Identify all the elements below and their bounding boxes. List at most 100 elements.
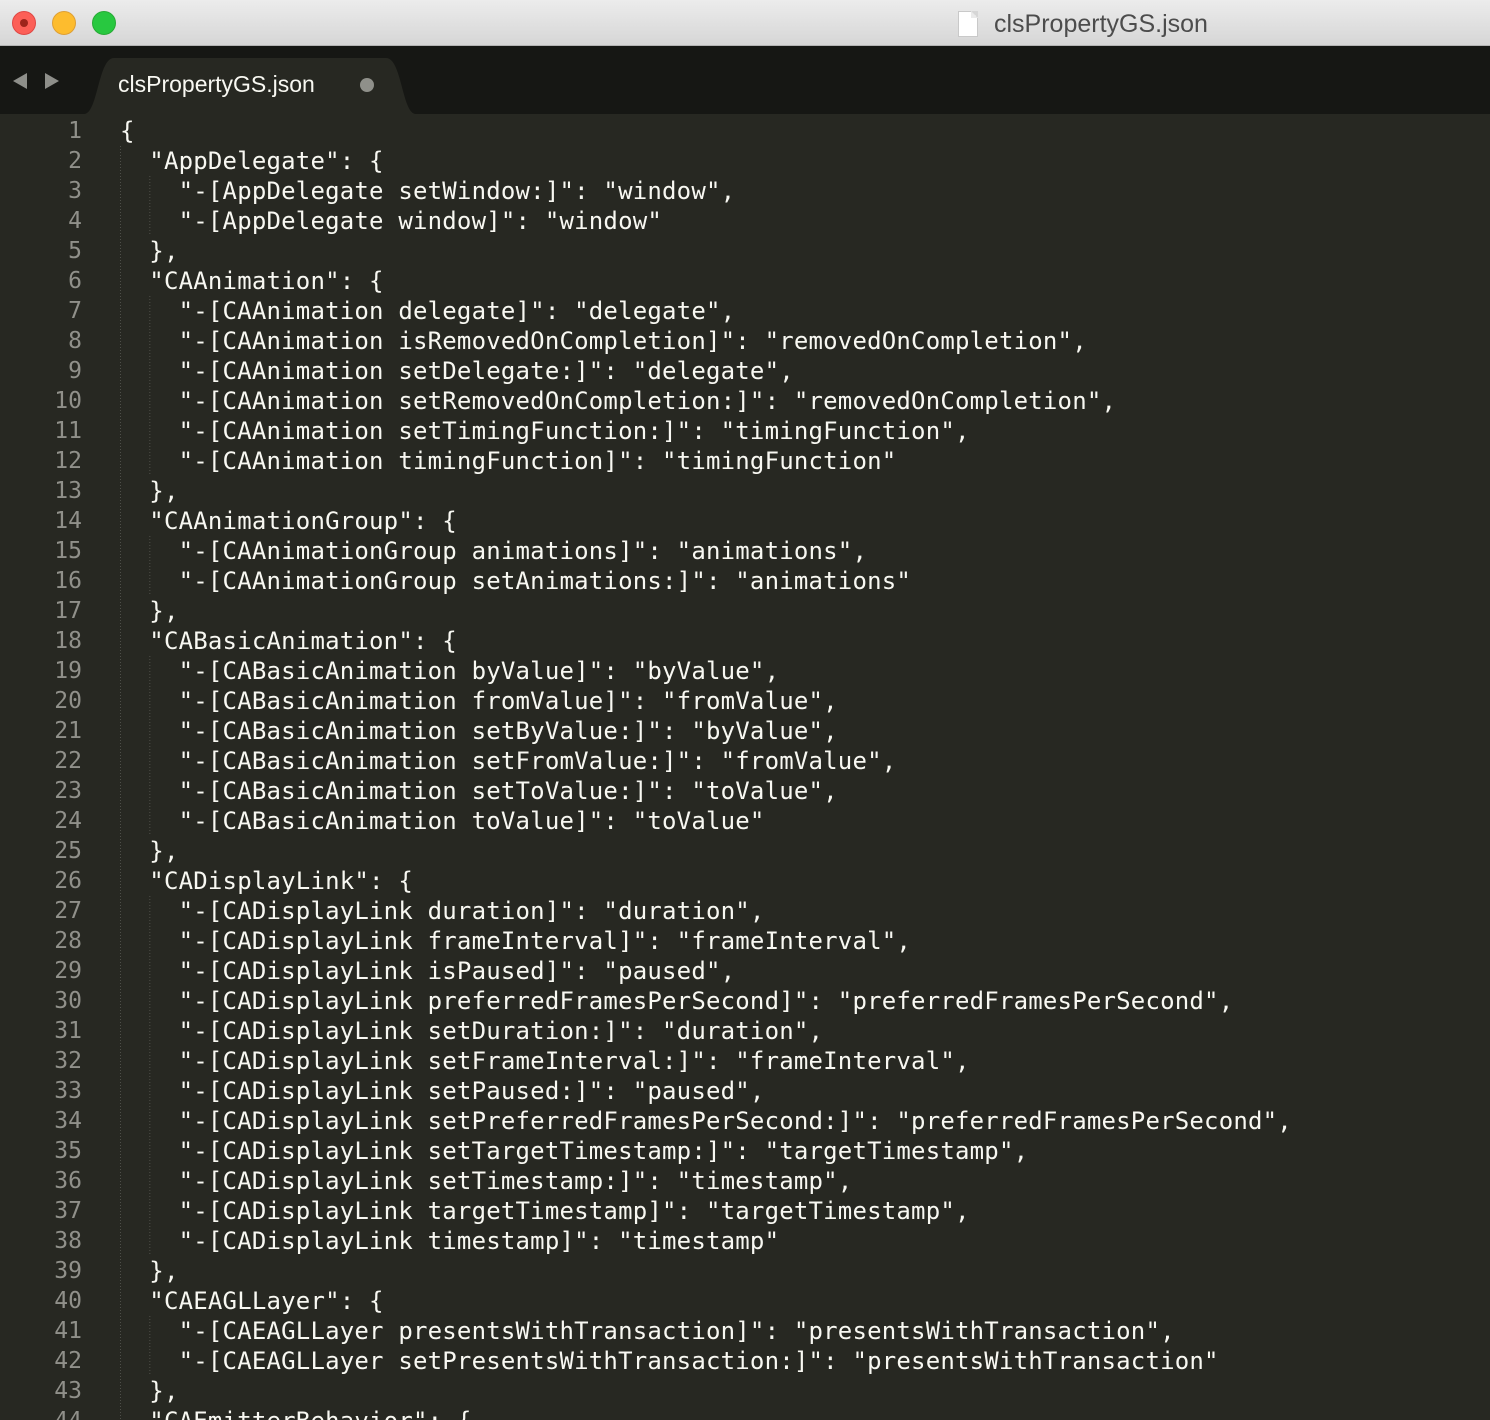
code-line[interactable]: "-[CABasicAnimation setToValue:]": "toVa…: [120, 776, 1480, 806]
line-number: 12: [54, 448, 82, 474]
line-number: 29: [54, 958, 82, 984]
code-line[interactable]: "-[CAAnimation setRemovedOnCompletion:]"…: [120, 386, 1480, 416]
code-line[interactable]: "-[CABasicAnimation byValue]": "byValue"…: [120, 656, 1480, 686]
line-number: 30: [54, 988, 82, 1014]
line-number: 37: [54, 1198, 82, 1224]
line-number: 44: [0, 1406, 82, 1420]
line-number: 17: [54, 598, 82, 624]
code-line[interactable]: "CABasicAnimation": {: [120, 626, 1480, 656]
line-number: 6: [68, 268, 82, 294]
code-line[interactable]: "CAEmitterBehavior": {: [120, 1406, 1480, 1420]
line-number: 22: [54, 748, 82, 774]
line-number-gutter: 1 2 3 4 5 6 7 8 9 10 11 12 13 14 15 16 17 18 19 20 21 22 23 24 2…: [0, 116, 82, 1420]
code-line[interactable]: "-[CADisplayLink setDuration:]": "durati…: [120, 1016, 1480, 1046]
line-number: 18: [54, 628, 82, 654]
document-icon: [958, 11, 978, 37]
code-line[interactable]: "-[AppDelegate setWindow:]": "window",: [120, 176, 1480, 206]
code-line[interactable]: {: [120, 116, 1480, 146]
line-number: 1: [68, 118, 82, 144]
code-line[interactable]: "CAAnimationGroup": {: [120, 506, 1480, 536]
line-number: 27: [54, 898, 82, 924]
code-line[interactable]: "-[CABasicAnimation setFromValue:]": "fr…: [120, 746, 1480, 776]
code-line[interactable]: "-[CAAnimation setTimingFunction:]": "ti…: [120, 416, 1480, 446]
line-number: 23: [54, 778, 82, 804]
code-line[interactable]: "-[CAAnimation isRemovedOnCompletion]": …: [120, 326, 1480, 356]
code-line[interactable]: },: [120, 1376, 1480, 1406]
line-number: 20: [54, 688, 82, 714]
code-line[interactable]: "-[CADisplayLink setPaused:]": "paused",: [120, 1076, 1480, 1106]
back-arrow-icon[interactable]: [13, 73, 27, 89]
window-title: clsPropertyGS.json: [994, 9, 1208, 38]
code-line[interactable]: },: [120, 836, 1480, 866]
code-line[interactable]: "AppDelegate": {: [120, 146, 1480, 176]
close-window-button[interactable]: [12, 11, 36, 35]
code-line[interactable]: "-[CAAnimationGroup setAnimations:]": "a…: [120, 566, 1480, 596]
code-line[interactable]: "CADisplayLink": {: [120, 866, 1480, 896]
line-number: 9: [68, 358, 82, 384]
code-line[interactable]: },: [120, 1256, 1480, 1286]
unsaved-dot-icon[interactable]: [360, 78, 374, 92]
code-editor[interactable]: 1 2 3 4 5 6 7 8 9 10 11 12 13 14 15 16 17 18 19 20 21 22 23 24 2…: [0, 116, 1490, 1420]
code-line[interactable]: "-[CADisplayLink setFrameInterval:]": "f…: [120, 1046, 1480, 1076]
code-line[interactable]: "-[CADisplayLink preferredFramesPerSecon…: [120, 986, 1480, 1016]
line-number: 11: [54, 418, 82, 444]
code-line[interactable]: "-[CADisplayLink setTargetTimestamp:]": …: [120, 1136, 1480, 1166]
code-line[interactable]: "-[CADisplayLink targetTimestamp]": "tar…: [120, 1196, 1480, 1226]
window-title-group: clsPropertyGS.json: [958, 8, 1208, 40]
line-number: 3: [68, 178, 82, 204]
line-number: 7: [68, 298, 82, 324]
line-number: 4: [68, 208, 82, 234]
code-line[interactable]: "-[AppDelegate window]": "window": [120, 206, 1480, 236]
line-number: 34: [54, 1108, 82, 1134]
code-line[interactable]: "-[CAEAGLLayer presentsWithTransaction]"…: [120, 1316, 1480, 1346]
code-line[interactable]: "-[CADisplayLink duration]": "duration",: [120, 896, 1480, 926]
code-line[interactable]: },: [120, 236, 1480, 266]
line-number: 41: [54, 1318, 82, 1344]
line-number: 10: [54, 388, 82, 414]
code-line[interactable]: "CAEAGLLayer": {: [120, 1286, 1480, 1316]
line-number: 2: [68, 148, 82, 174]
line-number: 39: [54, 1258, 82, 1284]
line-number: 40: [54, 1288, 82, 1314]
code-area[interactable]: { "AppDelegate": { "-[AppDelegate setWin…: [120, 116, 1480, 1420]
line-number: 32: [54, 1048, 82, 1074]
line-number: 15: [54, 538, 82, 564]
line-number: 25: [54, 838, 82, 864]
code-line[interactable]: },: [120, 596, 1480, 626]
line-number: 36: [54, 1168, 82, 1194]
line-number: 35: [54, 1138, 82, 1164]
line-number: 43: [54, 1378, 82, 1404]
line-number: 5: [68, 238, 82, 264]
zoom-window-button[interactable]: [92, 11, 116, 35]
code-line[interactable]: },: [120, 476, 1480, 506]
code-line[interactable]: "-[CAAnimation delegate]": "delegate",: [120, 296, 1480, 326]
code-line[interactable]: "-[CADisplayLink isPaused]": "paused",: [120, 956, 1480, 986]
code-line[interactable]: "-[CAAnimation setDelegate:]": "delegate…: [120, 356, 1480, 386]
line-number: 28: [54, 928, 82, 954]
line-number: 13: [54, 478, 82, 504]
code-line[interactable]: "-[CADisplayLink setPreferredFramesPerSe…: [120, 1106, 1480, 1136]
line-number: 26: [54, 868, 82, 894]
code-line[interactable]: "-[CABasicAnimation fromValue]": "fromVa…: [120, 686, 1480, 716]
code-line[interactable]: "-[CADisplayLink frameInterval]": "frame…: [120, 926, 1480, 956]
code-line[interactable]: "-[CAAnimationGroup animations]": "anima…: [120, 536, 1480, 566]
code-line[interactable]: "-[CABasicAnimation setByValue:]": "byVa…: [120, 716, 1480, 746]
forward-arrow-icon[interactable]: [45, 73, 59, 89]
window-titlebar: clsPropertyGS.json: [0, 0, 1490, 46]
code-line[interactable]: "CAAnimation": {: [120, 266, 1480, 296]
minimize-window-button[interactable]: [52, 11, 76, 35]
code-line[interactable]: "-[CAAnimation timingFunction]": "timing…: [120, 446, 1480, 476]
code-line[interactable]: "-[CADisplayLink setTimestamp:]": "times…: [120, 1166, 1480, 1196]
line-number: 19: [54, 658, 82, 684]
line-number: 31: [54, 1018, 82, 1044]
tab-clspropertygs-json[interactable]: clsPropertyGS.json: [118, 68, 315, 100]
line-number: 16: [54, 568, 82, 594]
code-line[interactable]: "-[CAEAGLLayer setPresentsWithTransactio…: [120, 1346, 1480, 1376]
line-number: 33: [54, 1078, 82, 1104]
line-number: 21: [54, 718, 82, 744]
code-line[interactable]: "-[CABasicAnimation toValue]": "toValue": [120, 806, 1480, 836]
code-line[interactable]: "-[CADisplayLink timestamp]": "timestamp…: [120, 1226, 1480, 1256]
line-number: 8: [68, 328, 82, 354]
line-number: 24: [54, 808, 82, 834]
line-number: 42: [54, 1348, 82, 1374]
